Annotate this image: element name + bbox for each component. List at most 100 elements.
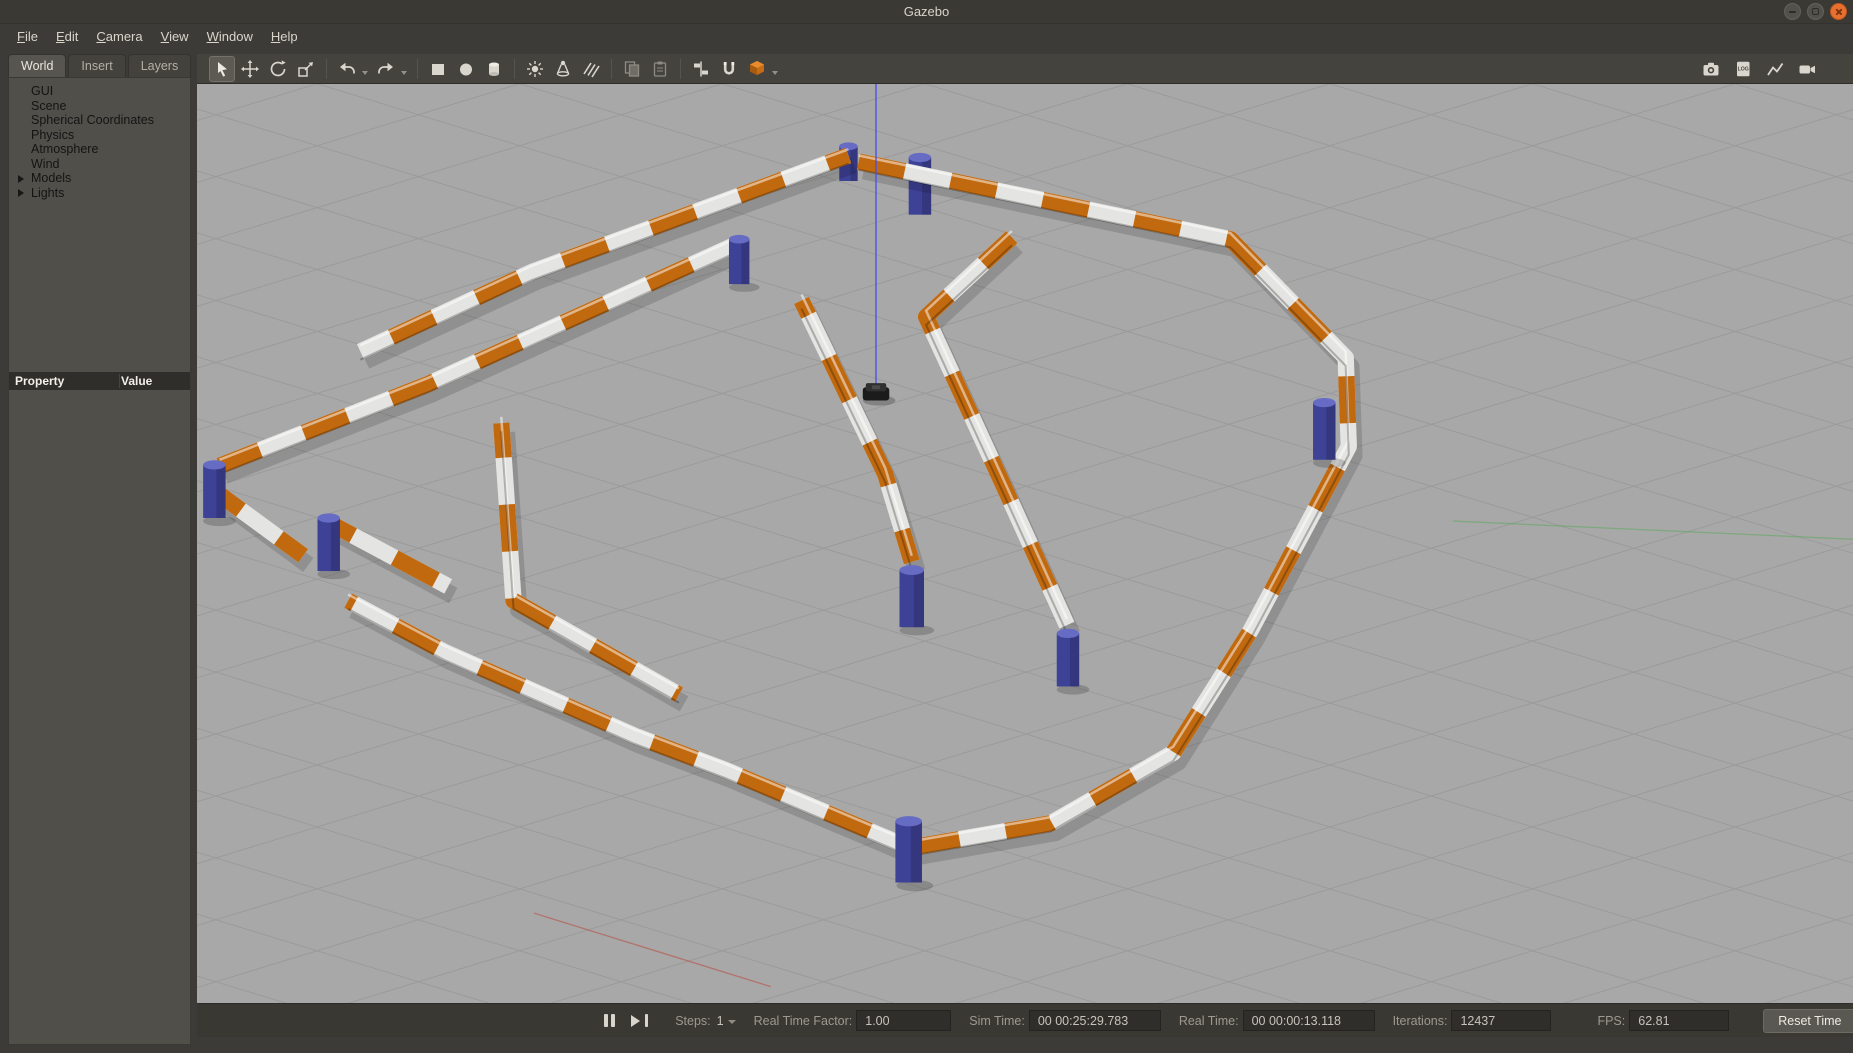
- steps-label: Steps:: [675, 1014, 710, 1028]
- insert-box-button[interactable]: [425, 56, 451, 82]
- undo-button[interactable]: [334, 56, 360, 82]
- minimize-button[interactable]: [1784, 3, 1801, 20]
- pause-icon: [611, 1014, 615, 1027]
- expand-arrow-icon[interactable]: [18, 175, 24, 183]
- paste-button[interactable]: [647, 56, 673, 82]
- tree-item-physics[interactable]: Physics: [17, 128, 186, 143]
- redo-icon: [376, 59, 396, 79]
- plot-icon: [1765, 59, 1785, 79]
- undo-history-caret-icon[interactable]: [362, 71, 368, 75]
- record-video-button[interactable]: [1794, 56, 1820, 82]
- log-icon: LOG: [1733, 59, 1753, 79]
- insert-sphere-button[interactable]: [453, 56, 479, 82]
- log-recording-button[interactable]: LOG: [1730, 56, 1756, 82]
- paste-icon: [650, 59, 670, 79]
- magnet-icon: [719, 59, 739, 79]
- pause-button[interactable]: [597, 1009, 621, 1033]
- translate-tool-button[interactable]: [237, 56, 263, 82]
- align-tool-button[interactable]: [688, 56, 714, 82]
- tab-layers[interactable]: Layers: [128, 54, 192, 77]
- pillar[interactable]: [900, 565, 935, 635]
- align-icon: [691, 59, 711, 79]
- window-title: Gazebo: [0, 4, 1853, 19]
- snap-tool-button[interactable]: [716, 56, 742, 82]
- copy-button[interactable]: [619, 56, 645, 82]
- tree-item-wind[interactable]: Wind: [17, 157, 186, 172]
- pillar[interactable]: [729, 235, 760, 292]
- tree-item-gui[interactable]: GUI: [17, 84, 186, 99]
- real-time-label: Real Time:: [1179, 1014, 1239, 1028]
- steps-value: 1: [717, 1014, 724, 1028]
- rtf-field[interactable]: 1.00: [856, 1010, 951, 1031]
- redo-button[interactable]: [373, 56, 399, 82]
- sun-icon: [525, 59, 545, 79]
- select-tool-button[interactable]: [209, 56, 235, 82]
- point-light-button[interactable]: [522, 56, 548, 82]
- y-axis-line: [1453, 521, 1853, 539]
- pillar[interactable]: [1057, 629, 1090, 695]
- iterations-field[interactable]: 12437: [1451, 1010, 1551, 1031]
- property-column-header: Property: [9, 374, 121, 388]
- select-arrow-icon: [212, 59, 232, 79]
- iterations-label: Iterations:: [1393, 1014, 1448, 1028]
- change-view-button[interactable]: [744, 56, 770, 82]
- panel-tabs: World Insert Layers: [8, 54, 191, 77]
- maximize-button[interactable]: [1807, 3, 1824, 20]
- cylinder-icon: [484, 59, 504, 79]
- menu-window[interactable]: Window: [198, 26, 262, 47]
- menu-edit[interactable]: Edit: [47, 26, 87, 47]
- step-icon: [631, 1015, 640, 1027]
- expand-arrow-icon[interactable]: [18, 189, 24, 197]
- pause-icon: [604, 1014, 608, 1027]
- toolbar-separator: [680, 59, 681, 79]
- steps-spinner[interactable]: 1: [717, 1014, 736, 1028]
- steps-caret-icon[interactable]: [728, 1020, 736, 1024]
- fps-label: FPS:: [1597, 1014, 1625, 1028]
- barrier-bottom-edges: [220, 164, 1349, 856]
- redo-history-caret-icon[interactable]: [401, 71, 407, 75]
- spot-light-icon: [553, 59, 573, 79]
- scale-icon: [296, 59, 316, 79]
- world-tree: GUI Scene Spherical Coordinates Physics …: [9, 78, 190, 372]
- plot-button[interactable]: [1762, 56, 1788, 82]
- close-button[interactable]: [1830, 3, 1847, 20]
- step-button[interactable]: [627, 1009, 651, 1033]
- directional-light-button[interactable]: [578, 56, 604, 82]
- fps-field[interactable]: 62.81: [1629, 1010, 1729, 1031]
- render-viewport[interactable]: [197, 84, 1853, 1003]
- tree-item-lights[interactable]: Lights: [17, 186, 186, 201]
- rotate-tool-button[interactable]: [265, 56, 291, 82]
- scale-tool-button[interactable]: [293, 56, 319, 82]
- column-divider: [119, 374, 120, 388]
- menu-camera[interactable]: Camera: [87, 26, 151, 47]
- step-icon: [645, 1014, 648, 1027]
- menu-file[interactable]: File: [8, 26, 47, 47]
- undo-icon: [337, 59, 357, 79]
- tab-insert[interactable]: Insert: [68, 54, 125, 77]
- menu-help[interactable]: Help: [262, 26, 307, 47]
- rotate-icon: [268, 59, 288, 79]
- screenshot-button[interactable]: [1698, 56, 1724, 82]
- tree-item-scene[interactable]: Scene: [17, 99, 186, 114]
- tab-world[interactable]: World: [8, 54, 66, 77]
- window-controls: [1784, 3, 1847, 20]
- directional-light-icon: [581, 59, 601, 79]
- view-caret-icon[interactable]: [772, 71, 778, 75]
- sim-time-field[interactable]: 00 00:25:29.783: [1029, 1010, 1161, 1031]
- spot-light-button[interactable]: [550, 56, 576, 82]
- titlebar: Gazebo: [0, 0, 1853, 24]
- gazebo-3d-scene[interactable]: [197, 84, 1853, 1003]
- robot[interactable]: [863, 383, 896, 405]
- menubar: File Edit Camera View Window Help: [0, 24, 1853, 48]
- reset-time-button[interactable]: Reset Time: [1763, 1009, 1853, 1033]
- real-time-field[interactable]: 00 00:00:13.118: [1243, 1010, 1375, 1031]
- insert-cylinder-button[interactable]: [481, 56, 507, 82]
- toolbar-separator: [326, 59, 327, 79]
- x-axis-line: [534, 913, 771, 987]
- tree-item-spherical-coordinates[interactable]: Spherical Coordinates: [17, 113, 186, 128]
- copy-icon: [622, 59, 642, 79]
- svg-text:LOG: LOG: [1738, 66, 1749, 72]
- tree-item-models[interactable]: Models: [17, 171, 186, 186]
- tree-item-atmosphere[interactable]: Atmosphere: [17, 142, 186, 157]
- menu-view[interactable]: View: [152, 26, 198, 47]
